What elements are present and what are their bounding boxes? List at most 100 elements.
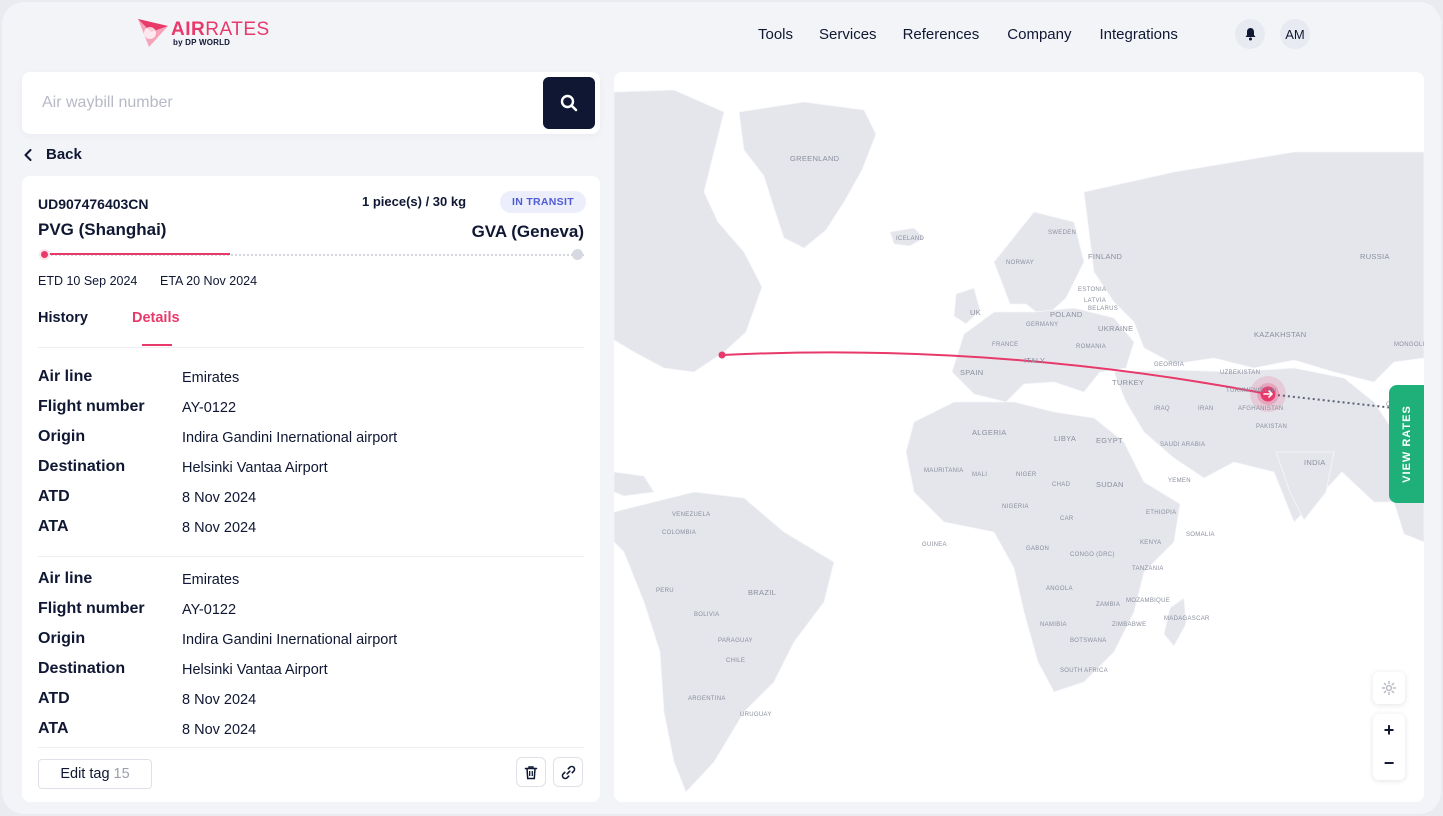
detail-label: Flight number xyxy=(38,600,145,617)
country-label: BOLIVIA xyxy=(694,612,720,618)
country-label: UZBEKISTAN xyxy=(1220,370,1261,376)
progress-start-dot xyxy=(39,249,50,260)
search-icon xyxy=(560,94,578,112)
route-map[interactable]: GREENLAND ICELAND SWEDEN FINLAND NORWAY RUSSI… xyxy=(614,72,1424,802)
country-label: PAKISTAN xyxy=(1256,424,1288,430)
country-label: SUDAN xyxy=(1096,480,1124,489)
country-label: NORWAY xyxy=(1006,260,1035,266)
detail-value: Indira Gandini Inernational airport xyxy=(182,632,398,648)
detail-label: Origin xyxy=(38,630,86,647)
detail-value: Indira Gandini Inernational airport xyxy=(182,430,398,446)
country-label: GABON xyxy=(1026,546,1050,552)
search-button[interactable] xyxy=(543,77,595,129)
view-rates-button[interactable]: VIEW RATES xyxy=(1389,385,1424,503)
zoom-in-button[interactable]: + xyxy=(1373,714,1405,747)
detail-value: 8 Nov 2024 xyxy=(182,692,257,708)
detail-row: ATD 8 Nov 2024 xyxy=(38,482,584,512)
country-label: URUGUAY xyxy=(740,712,772,718)
awb-search-bar xyxy=(22,72,600,134)
country-label: KENYA xyxy=(1140,540,1162,546)
detail-value: 8 Nov 2024 xyxy=(182,490,257,506)
detail-label: ATD xyxy=(38,488,70,505)
country-label: LIBYA xyxy=(1054,434,1077,443)
back-label: Back xyxy=(46,146,82,163)
country-label: ICELAND xyxy=(896,236,925,242)
country-label: MALI xyxy=(972,472,988,478)
detail-row: Flight number AY-0122 xyxy=(38,594,584,624)
detail-label: ATD xyxy=(38,690,70,707)
progress-end-dot xyxy=(572,249,583,260)
country-label: ETHIOPIA xyxy=(1146,510,1177,516)
detail-row: Origin Indira Gandini Inernational airpor… xyxy=(38,624,584,654)
tab-details[interactable]: Details xyxy=(132,310,180,326)
edit-tag-button[interactable]: Edit tag 15 xyxy=(38,759,152,789)
country-label: GEORGIA xyxy=(1154,362,1185,368)
delete-button[interactable] xyxy=(516,757,546,787)
route-origin-dot xyxy=(718,351,726,359)
app-window: AIRRATES by DP WORLD Tools Services Refe… xyxy=(2,2,1441,814)
country-label: NIGER xyxy=(1016,472,1037,478)
detail-value: 8 Nov 2024 xyxy=(182,520,257,536)
top-nav: Tools Services References Company Integr… xyxy=(758,26,1178,43)
awb-number: UD907476403CN xyxy=(38,196,149,212)
copy-link-button[interactable] xyxy=(553,757,583,787)
footer-divider xyxy=(38,747,584,748)
detail-label: Air line xyxy=(38,570,93,587)
status-badge: IN TRANSIT xyxy=(500,191,586,213)
flight-segment-2: Air line Emirates Flight number AY-0122 Or… xyxy=(38,564,584,744)
pieces-weight: 1 piece(s) / 30 kg xyxy=(362,194,467,209)
country-label: ROMANIA xyxy=(1076,344,1107,350)
country-label: TANZANIA xyxy=(1132,566,1164,572)
zoom-out-button[interactable]: − xyxy=(1373,747,1405,780)
country-label: ZAMBIA xyxy=(1096,602,1121,608)
country-label: SOUTH AFRICA xyxy=(1060,668,1108,674)
detail-label: ATA xyxy=(38,720,69,737)
detail-value: AY-0122 xyxy=(182,400,237,416)
progress-fill xyxy=(40,253,230,255)
tag-count: 15 xyxy=(113,766,130,782)
detail-label: Air line xyxy=(38,368,93,385)
detail-label: ATA xyxy=(38,518,69,535)
logo-subtitle: by DP WORLD xyxy=(173,38,231,47)
nav-services[interactable]: Services xyxy=(819,26,877,43)
link-icon xyxy=(561,765,575,779)
zoom-controls: + − xyxy=(1373,714,1405,780)
origin-airport: PVG (Shanghai) xyxy=(38,220,167,239)
country-label: GREENLAND xyxy=(790,154,840,163)
detail-value: 8 Nov 2024 xyxy=(182,722,257,738)
country-label: ALGERIA xyxy=(972,428,1007,437)
nav-references[interactable]: References xyxy=(903,26,980,43)
airrates-logo[interactable]: AIRRATES by DP WORLD xyxy=(137,18,277,50)
country-label: EGYPT xyxy=(1096,436,1123,445)
nav-integrations[interactable]: Integrations xyxy=(1099,26,1177,43)
destination-airport: GVA (Geneva) xyxy=(471,222,584,241)
back-link[interactable]: Back xyxy=(24,146,82,163)
country-label: IRAQ xyxy=(1154,406,1170,412)
country-label: FRANCE xyxy=(992,342,1019,348)
country-label: UK xyxy=(970,308,982,317)
country-label: ESTONIA xyxy=(1078,287,1107,293)
active-tab-indicator xyxy=(142,344,172,346)
country-label: LATVIA xyxy=(1084,298,1107,304)
nav-company[interactable]: Company xyxy=(1007,26,1071,43)
country-label: YEMEN xyxy=(1168,478,1191,484)
map-settings-button[interactable] xyxy=(1373,672,1405,704)
country-label: MAURITANIA xyxy=(924,468,964,474)
detail-label: Flight number xyxy=(38,398,145,415)
country-label: RUSSIA xyxy=(1360,252,1390,261)
tab-history[interactable]: History xyxy=(38,310,88,326)
etd-date: ETD 10 Sep 2024 xyxy=(38,274,138,288)
notifications-button[interactable] xyxy=(1235,19,1265,49)
nav-tools[interactable]: Tools xyxy=(758,26,793,43)
detail-row: Destination Helsinki Vantaa Airport xyxy=(38,452,584,482)
country-label: CHILE xyxy=(726,658,746,664)
country-label: VENEZUELA xyxy=(672,512,711,518)
country-label: PARAGUAY xyxy=(718,638,753,644)
user-avatar[interactable]: AM xyxy=(1280,19,1310,49)
detail-row: ATD 8 Nov 2024 xyxy=(38,684,584,714)
country-label: PERU xyxy=(656,588,674,594)
country-label: GUINEA xyxy=(922,542,947,548)
awb-search-input[interactable] xyxy=(42,91,522,115)
logo-mark-icon xyxy=(138,19,168,47)
detail-value: Emirates xyxy=(182,572,240,588)
